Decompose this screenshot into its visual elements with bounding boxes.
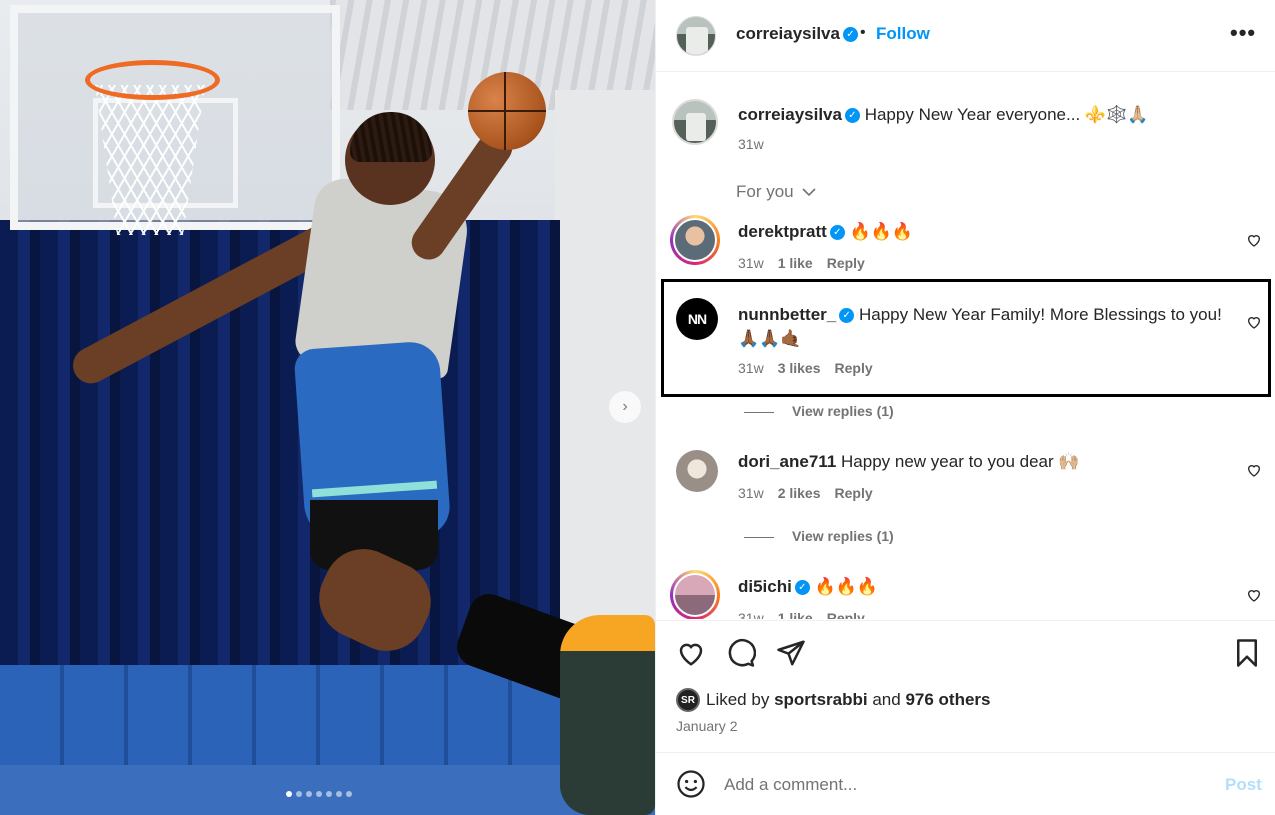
comment-meta: 31w 3 likes Reply	[738, 360, 873, 376]
player-hair	[350, 112, 432, 162]
reply-button[interactable]: Reply	[835, 360, 873, 376]
comment-username[interactable]: nunnbetter_	[738, 305, 836, 324]
comments-list[interactable]: correiaysilva ✓ Happy New Year everyone..…	[656, 73, 1275, 619]
comment-username[interactable]: di5ichi	[738, 577, 792, 596]
liker-username[interactable]: sportsrabbi	[774, 690, 868, 710]
follow-button[interactable]: Follow	[876, 24, 930, 44]
verified-badge-icon: ✓	[794, 580, 810, 596]
carousel-dot	[296, 791, 302, 797]
basketball	[468, 72, 546, 150]
caption-author-avatar[interactable]	[672, 99, 718, 145]
author-username[interactable]: correiaysilva ✓	[736, 24, 858, 44]
view-replies-button[interactable]: View replies (1)	[744, 403, 894, 419]
comment-username[interactable]: derektpratt	[738, 222, 827, 241]
avatar	[673, 573, 717, 617]
like-heart-icon[interactable]	[676, 638, 706, 668]
comment-meta: 31w 2 likes Reply	[738, 485, 873, 501]
carousel-dot	[346, 791, 352, 797]
commenter-avatar-derektpratt[interactable]	[670, 215, 720, 265]
comment: di5ichi ✓ 🔥🔥🔥	[738, 576, 878, 598]
liked-by-prefix: Liked by	[706, 690, 770, 709]
comment-time: 31w	[738, 360, 764, 376]
comment-bubble-icon[interactable]	[726, 638, 756, 668]
commenter-avatar-nunnbetter[interactable]: NN	[676, 298, 718, 340]
share-paper-plane-icon[interactable]	[776, 638, 806, 668]
caption-username[interactable]: correiaysilva	[738, 105, 842, 124]
others-count[interactable]: 976 others	[905, 690, 990, 710]
gym-wall	[555, 90, 655, 650]
comment-likes[interactable]: 1 like	[778, 610, 813, 619]
carousel-dots	[286, 791, 352, 797]
like-comment-heart-icon[interactable]	[1246, 462, 1262, 478]
comment-likes[interactable]: 1 like	[778, 255, 813, 271]
comment-likes[interactable]: 3 likes	[778, 360, 821, 376]
comment: nunnbetter_ ✓ Happy New Year Family! More…	[738, 304, 1222, 326]
comment-text: 🔥🔥🔥	[849, 222, 914, 241]
carousel-dot	[336, 791, 342, 797]
comment-text-continued: 🙏🏾🙏🏾🤙🏾	[738, 329, 802, 348]
carousel-dot	[316, 791, 322, 797]
author-avatar[interactable]	[676, 16, 716, 56]
reply-button[interactable]: Reply	[827, 255, 865, 271]
verified-badge-icon: ✓	[839, 308, 855, 324]
comment-text: 🔥🔥🔥	[814, 577, 879, 596]
like-comment-heart-icon[interactable]	[1246, 314, 1262, 330]
view-replies-button[interactable]: View replies (1)	[744, 528, 894, 544]
comment: dori_ane711 Happy new year to you dear 🙌…	[738, 451, 1080, 473]
chevron-right-icon: ›	[622, 398, 628, 415]
player-shoe	[560, 615, 655, 815]
gym-floor	[0, 765, 655, 815]
more-options-icon[interactable]: •••	[1230, 20, 1256, 46]
liked-and: and	[872, 690, 901, 709]
verified-badge-icon: ✓	[829, 225, 845, 241]
carousel-next-button[interactable]: ›	[609, 391, 641, 423]
comment-meta: 31w 1 like Reply	[738, 610, 865, 619]
caption-time: 31w	[738, 136, 764, 152]
comment-text: Happy new year to you dear 🙌🏼	[841, 452, 1080, 471]
add-comment-input[interactable]	[724, 773, 1194, 797]
likes-summary: SR Liked by sportsrabbi and 976 others	[676, 688, 990, 712]
comment-meta: 31w 1 like Reply	[738, 255, 865, 271]
avatar	[673, 218, 717, 262]
commenter-avatar-dori-ane711[interactable]	[676, 450, 718, 492]
post-comment-button[interactable]: Post	[1225, 775, 1262, 795]
like-comment-heart-icon[interactable]	[1246, 587, 1262, 603]
comment-time: 31w	[738, 610, 764, 619]
post-actions	[656, 620, 1275, 750]
liker-avatar[interactable]: SR	[676, 688, 700, 712]
post-photo[interactable]: ›	[0, 0, 655, 815]
caption: correiaysilva ✓ Happy New Year everyone..…	[738, 104, 1148, 126]
save-bookmark-icon[interactable]	[1232, 638, 1262, 668]
comment-time: 31w	[738, 485, 764, 501]
add-comment-bar: Post	[656, 752, 1275, 815]
comment-likes[interactable]: 2 likes	[778, 485, 821, 501]
comment-sort-dropdown[interactable]: For you	[736, 182, 816, 202]
comment: derektpratt ✓ 🔥🔥🔥	[738, 221, 913, 243]
header-separator: •	[860, 24, 866, 41]
post-sidebar: correiaysilva ✓ • Follow ••• correiaysilv…	[655, 0, 1275, 815]
comment-time: 31w	[738, 255, 764, 271]
carousel-dot	[306, 791, 312, 797]
commenter-avatar-di5ichi[interactable]	[670, 570, 720, 619]
verified-badge-icon: ✓	[844, 108, 860, 124]
chevron-down-icon	[802, 188, 816, 197]
comment-username[interactable]: dori_ane711	[738, 452, 836, 471]
verified-badge-icon: ✓	[842, 27, 858, 43]
comment-text: Happy New Year Family! More Blessings to…	[858, 305, 1222, 324]
post-header: correiaysilva ✓ • Follow •••	[656, 0, 1275, 72]
reply-button[interactable]: Reply	[827, 610, 865, 619]
carousel-dot	[326, 791, 332, 797]
carousel-dot	[286, 791, 292, 797]
emoji-icon[interactable]	[676, 769, 706, 799]
reply-button[interactable]: Reply	[835, 485, 873, 501]
basketball-rim	[85, 60, 220, 100]
caption-text: Happy New Year everyone... ⚜️🕸️🙏🏼	[864, 105, 1149, 124]
like-comment-heart-icon[interactable]	[1246, 232, 1262, 248]
comment-sort-label: For you	[736, 182, 794, 201]
post-date[interactable]: January 2	[676, 718, 737, 734]
